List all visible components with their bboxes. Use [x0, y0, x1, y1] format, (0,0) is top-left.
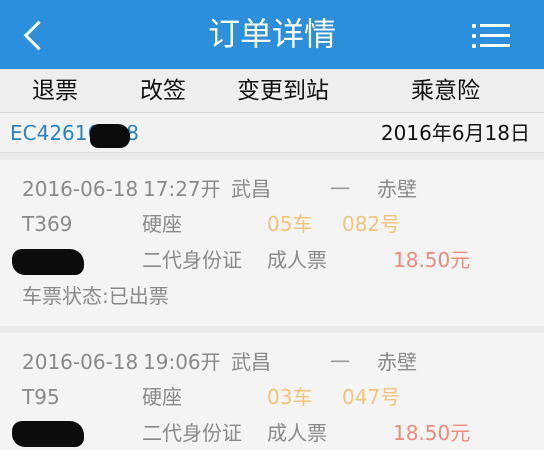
menu-icon[interactable] [472, 22, 510, 50]
ticket-price: 18.50元 [393, 421, 471, 445]
app-header: 订单详情 [0, 0, 544, 69]
route-separator: 一 [330, 350, 350, 374]
train-number: T95 [22, 385, 60, 409]
ticket-type: 成人票 [267, 421, 327, 445]
from-station: 武昌 [231, 350, 271, 374]
seat-type: 硬座 [142, 385, 182, 409]
id-type: 二代身份证 [142, 248, 242, 272]
ticket-card[interactable]: 2016-06-18 19:06开 武昌 一 赤壁 T95 硬座 03车 047… [0, 333, 544, 450]
redacted-passenger-name [12, 249, 84, 275]
to-station: 赤壁 [377, 177, 417, 201]
seat-number: 047号 [342, 385, 401, 409]
ticket-card[interactable]: 2016-06-18 17:27开 武昌 一 赤壁 T369 硬座 05车 08… [0, 160, 544, 326]
ticket-status: 车票状态:已出票 [22, 284, 169, 308]
ticket-date: 2016-06-18 [22, 350, 139, 374]
car-number: 05车 [267, 212, 313, 236]
seat-type: 硬座 [142, 212, 182, 236]
refund-button[interactable]: 退票 [32, 75, 78, 107]
ticket-price: 18.50元 [393, 248, 471, 272]
ticket-type: 成人票 [267, 248, 327, 272]
order-info-bar: EC42616 8 2016年6月18日 [0, 113, 544, 153]
insurance-button[interactable]: 乘意险 [411, 75, 480, 107]
change-destination-button[interactable]: 变更到站 [237, 75, 329, 107]
redacted-order-digits [90, 124, 130, 148]
car-number: 03车 [267, 385, 313, 409]
action-bar: 退票 改签 变更到站 乘意险 [0, 69, 544, 113]
id-type: 二代身份证 [142, 421, 242, 445]
departure-time: 17:27开 [143, 177, 221, 201]
page-title: 订单详情 [207, 15, 336, 53]
seat-number: 082号 [342, 212, 401, 236]
train-number: T369 [22, 212, 73, 236]
change-ticket-button[interactable]: 改签 [140, 75, 186, 107]
to-station: 赤壁 [377, 350, 417, 374]
departure-time: 19:06开 [143, 350, 221, 374]
from-station: 武昌 [231, 177, 271, 201]
route-separator: 一 [330, 177, 350, 201]
ticket-date: 2016-06-18 [22, 177, 139, 201]
redacted-passenger-name [12, 421, 84, 447]
order-date: 2016年6月18日 [380, 121, 530, 145]
